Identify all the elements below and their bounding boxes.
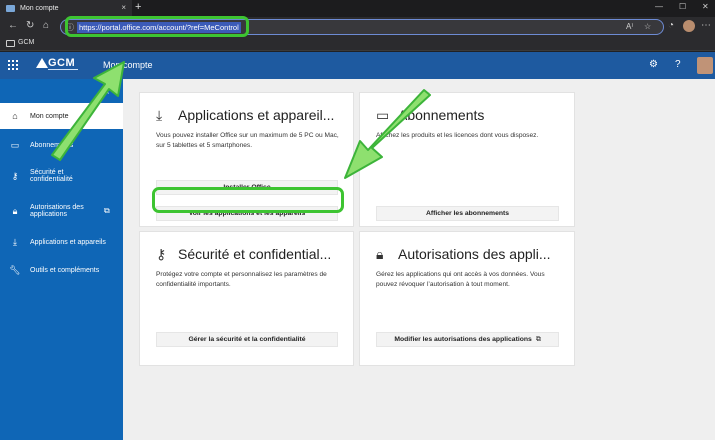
logo-underline xyxy=(48,69,78,70)
tab-close-icon[interactable]: × xyxy=(121,3,126,12)
manage-security-button[interactable]: Gérer la sécurité et la confidentialité xyxy=(156,332,338,347)
card-title: Sécurité et confidential... xyxy=(178,246,332,262)
maximize-icon[interactable]: ☐ xyxy=(679,2,686,11)
url-highlight-box xyxy=(65,16,249,37)
screen: Mon compte × + — ☐ ✕ ← ↻ ⌂ ⓘ https://por… xyxy=(0,0,715,440)
wrench-icon: 🔧︎ xyxy=(9,264,21,275)
window-close-icon[interactable]: ✕ xyxy=(702,2,709,11)
sidebar-item-label: Applications et appareils xyxy=(30,238,106,246)
browser-tab-bar: Mon compte × + — ☐ ✕ xyxy=(0,0,715,17)
lock-icon: 🔒︎ xyxy=(376,246,384,262)
refresh-icon[interactable]: ↻ xyxy=(26,20,34,31)
app-title: Mon compte xyxy=(103,60,153,70)
sidebar-item-label: Autorisations des applications xyxy=(30,204,84,218)
key-icon: ⚷ xyxy=(11,170,19,181)
logo-mark-icon xyxy=(36,58,48,68)
card-description: Affichez les produits et les licences do… xyxy=(376,132,539,139)
sidebar-item-outils[interactable]: 🔧︎ Outils et compléments xyxy=(0,263,123,277)
browser-tab[interactable]: Mon compte × xyxy=(0,0,132,17)
button-label: Modifier les autorisations des applicati… xyxy=(394,336,532,343)
card-title: Applications et appareil... xyxy=(178,107,335,123)
user-avatar[interactable] xyxy=(697,57,713,74)
minimize-icon[interactable]: — xyxy=(655,2,663,11)
main-content: ⤓ Applications et appareil... Vous pouve… xyxy=(123,79,715,440)
bookmarks-bar: GCM xyxy=(0,37,715,51)
card-description: Protégez votre compte et personnalisez l… xyxy=(156,271,327,288)
card-icon: ▭ xyxy=(376,107,390,123)
logo-text: GCM xyxy=(48,57,76,69)
sidebar-item-label: Outils et compléments xyxy=(30,266,100,274)
download-icon: ⤓ xyxy=(13,236,17,247)
app-header: GCM Mon compte ⚙ ? xyxy=(0,52,715,79)
tab-title: Mon compte xyxy=(20,5,59,12)
key-icon: ⚷ xyxy=(156,246,167,262)
read-aloud-icon[interactable]: A⁾ xyxy=(626,22,633,31)
external-link-icon: ⧉ xyxy=(535,335,541,343)
home-icon: ⌂ xyxy=(12,111,18,121)
browser-profile-avatar[interactable] xyxy=(683,20,695,32)
sidebar-item-mon-compte[interactable]: ⌂ Mon compte xyxy=(0,103,123,129)
tab-favicon-icon xyxy=(6,5,15,12)
sidebar-item-label: Sécurité et confidentialité xyxy=(30,169,73,183)
help-icon[interactable]: ? xyxy=(675,59,681,70)
card-title: Autorisations des appli... xyxy=(398,246,551,262)
card-securite: ⚷ Sécurité et confidential... Protégez v… xyxy=(139,231,354,366)
button-highlight-box xyxy=(152,187,344,213)
sidebar-item-abonnements[interactable]: ▭ Abonnements xyxy=(0,138,123,152)
back-icon[interactable]: ← xyxy=(8,20,18,31)
app-launcher-icon[interactable] xyxy=(8,60,18,70)
gcm-logo[interactable]: GCM xyxy=(36,57,80,74)
card-autorisations: 🔒︎ Autorisations des appli... Gérez les … xyxy=(359,231,575,366)
sidebar-item-autorisations[interactable]: 🔒︎ Autorisations des applications ⧉ xyxy=(0,200,123,222)
card-description: Gérez les applications qui ont accès à v… xyxy=(376,271,545,288)
sidebar-item-applications[interactable]: ⤓ Applications et appareils xyxy=(0,235,123,249)
card-abonnements: ▭ Abonnements Affichez les produits et l… xyxy=(359,92,575,227)
sidebar-item-label: Abonnements xyxy=(30,141,74,149)
settings-gear-icon[interactable]: ⚙ xyxy=(649,59,658,70)
download-icon: ⤓ xyxy=(156,107,163,123)
favorite-star-icon[interactable]: ☆ xyxy=(644,22,651,31)
card-icon: ▭ xyxy=(10,139,20,150)
external-link-icon: ⧉ xyxy=(104,206,110,215)
collapse-chevron-icon[interactable]: ‹ xyxy=(106,86,109,97)
modify-permissions-button[interactable]: Modifier les autorisations des applicati… xyxy=(376,332,559,347)
extensions-icon[interactable]: ◔ xyxy=(668,20,674,31)
card-title: Abonnements xyxy=(398,107,485,123)
sidebar: ‹ ⌂ Mon compte ▭ Abonnements ⚷ Sécurité … xyxy=(0,79,123,440)
card-description: Vous pouvez installer Office sur un maxi… xyxy=(156,132,339,149)
view-subscriptions-button[interactable]: Afficher les abonnements xyxy=(376,206,559,221)
sidebar-item-label: Mon compte xyxy=(30,112,69,120)
bookmark-gcm[interactable]: GCM xyxy=(18,39,34,46)
sidebar-item-securite[interactable]: ⚷ Sécurité et confidentialité xyxy=(0,166,123,186)
browser-menu-icon[interactable]: ⋯ xyxy=(701,20,711,31)
new-tab-button[interactable]: + xyxy=(135,1,141,13)
folder-icon xyxy=(6,40,15,47)
lock-icon: 🔒︎ xyxy=(12,205,18,216)
home-nav-icon[interactable]: ⌂ xyxy=(43,20,49,31)
